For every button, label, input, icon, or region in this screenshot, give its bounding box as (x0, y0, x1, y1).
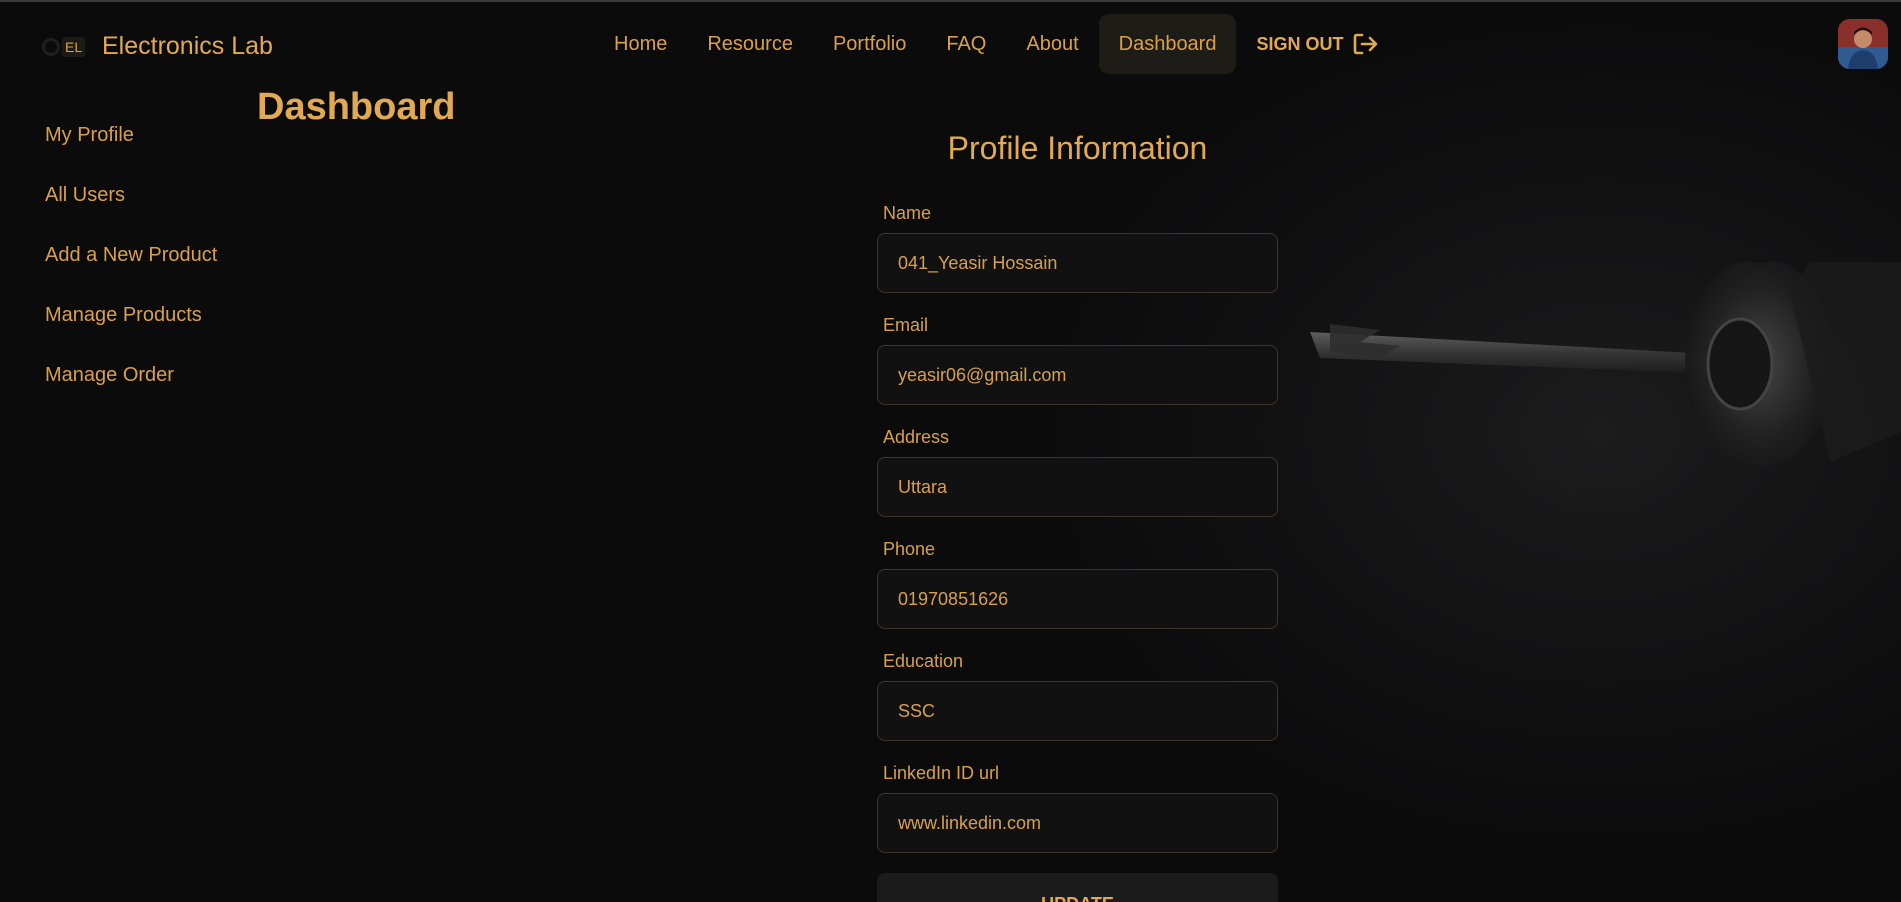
sign-out-label: SIGN OUT (1256, 33, 1344, 54)
brand-name: Electronics Lab (102, 32, 273, 60)
phone-label: Phone (883, 539, 936, 559)
address-field[interactable] (877, 457, 1278, 517)
linkedin-field[interactable] (877, 793, 1278, 853)
nav-home[interactable]: Home (594, 14, 687, 74)
name-field[interactable] (877, 233, 1278, 293)
sign-out-icon (1354, 33, 1378, 55)
sidebar-item-add-product[interactable]: Add a New Product (45, 240, 217, 300)
form-title: Profile Information (947, 130, 1208, 166)
phone-field[interactable] (877, 569, 1278, 629)
nav-about[interactable]: About (1006, 14, 1098, 74)
nav-portfolio[interactable]: Portfolio (813, 14, 926, 74)
update-button[interactable]: UPDATE (877, 873, 1278, 902)
sign-out-button[interactable]: SIGN OUT (1236, 14, 1399, 74)
avatar[interactable] (1838, 19, 1888, 69)
logo-ring-icon (42, 37, 60, 56)
name-label: Name (883, 203, 932, 223)
nav-faq[interactable]: FAQ (926, 14, 1006, 74)
sidebar-item-my-profile[interactable]: My Profile (45, 120, 217, 180)
sidebar-item-manage-products[interactable]: Manage Products (45, 300, 217, 360)
brand-logo: EL (42, 33, 90, 61)
sidebar-item-manage-order[interactable]: Manage Order (45, 360, 217, 420)
email-field[interactable] (877, 345, 1278, 405)
sidebar-item-all-users[interactable]: All Users (45, 180, 217, 240)
brand[interactable]: EL Electronics Lab (42, 32, 273, 61)
page: EL Electronics Lab Home Resource Portfol… (0, 0, 1901, 902)
navbar: EL Electronics Lab Home Resource Portfol… (0, 2, 1901, 88)
page-title: Dashboard (257, 86, 456, 128)
user-avatar-icon (1838, 19, 1888, 69)
sidebar: My Profile All Users Add a New Product M… (45, 120, 217, 420)
profile-form: Profile Information Name Email Address P… (877, 126, 1278, 902)
address-label: Address (883, 427, 950, 447)
nav-resource[interactable]: Resource (687, 14, 813, 74)
nav-menu: Home Resource Portfolio FAQ About Dashbo… (594, 14, 1399, 74)
education-field[interactable] (877, 681, 1278, 741)
linkedin-label: LinkedIn ID url (883, 763, 1000, 783)
education-label: Education (883, 651, 964, 671)
drill-background-image (1310, 262, 1901, 467)
nav-dashboard[interactable]: Dashboard (1098, 14, 1237, 74)
logo-text: EL (62, 36, 86, 57)
email-label: Email (883, 315, 929, 335)
